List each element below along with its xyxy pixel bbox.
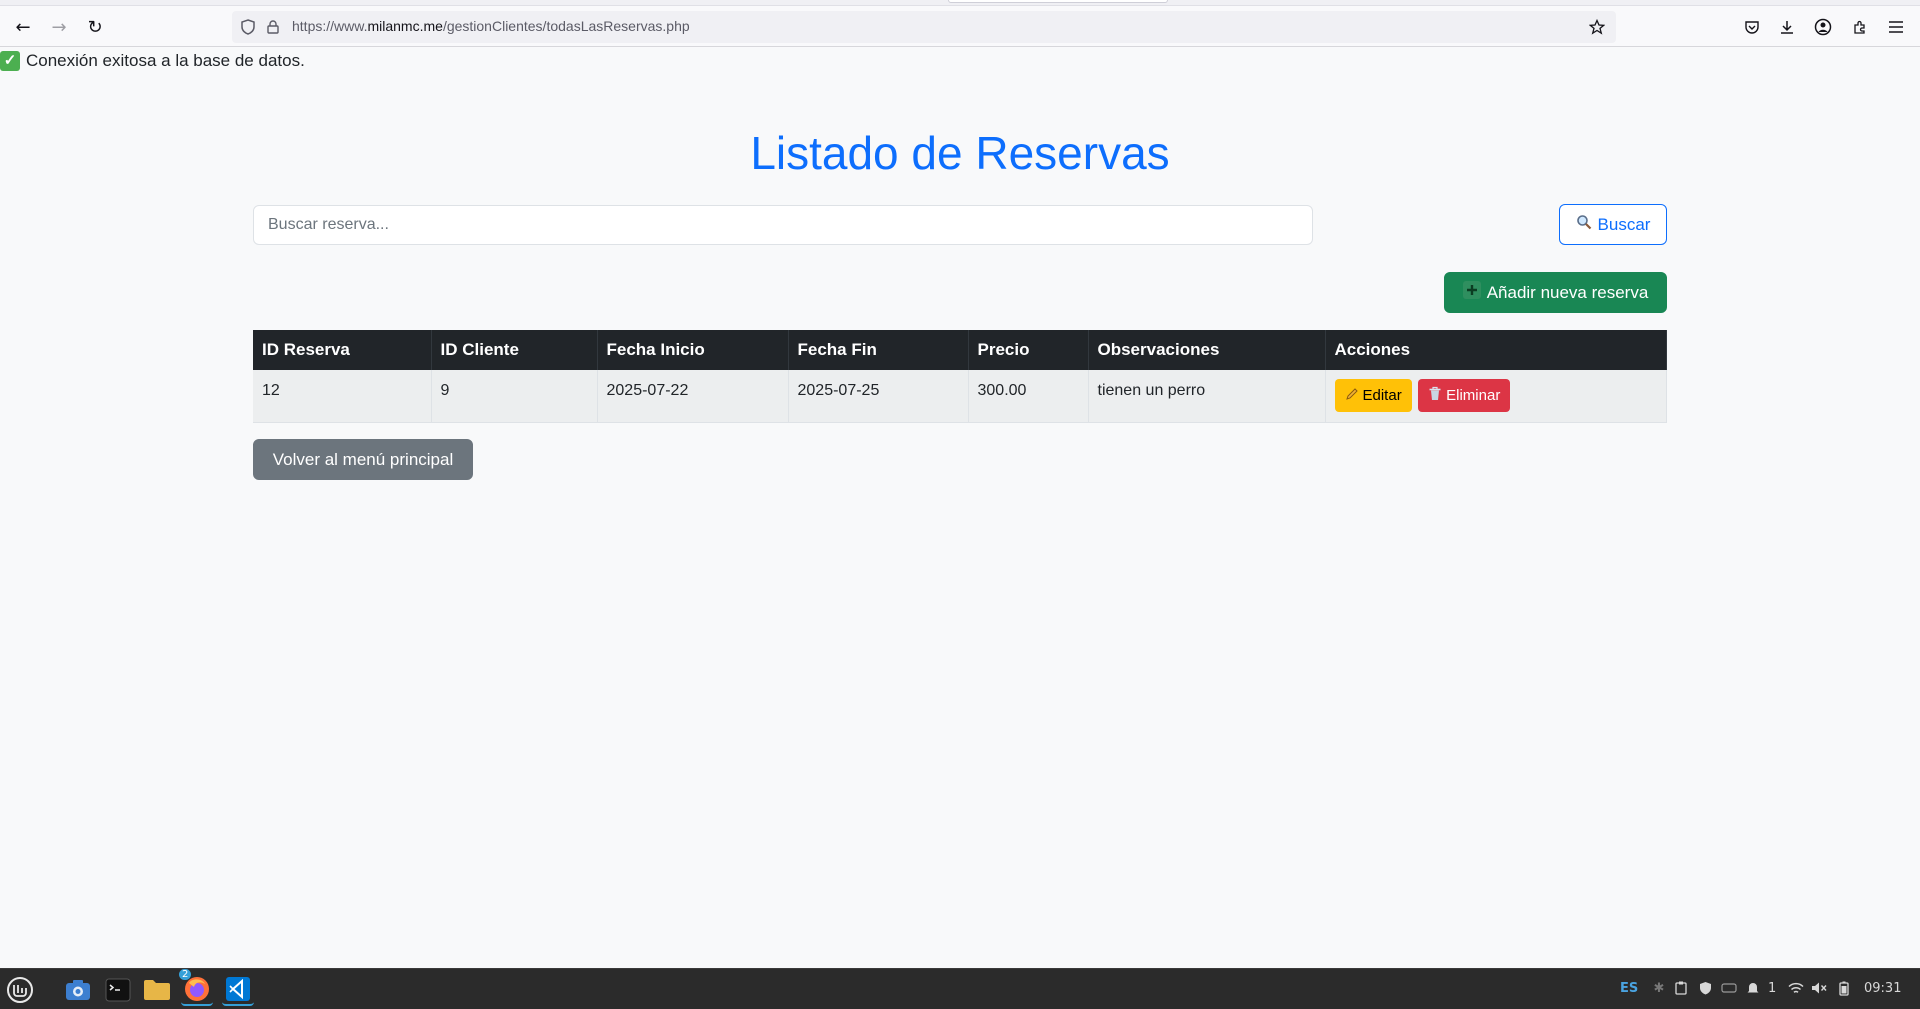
- menu-icon[interactable]: [1881, 12, 1911, 42]
- cell-id-cliente: 9: [431, 370, 598, 423]
- url-bar[interactable]: https://www.milanmc.me/gestionClientes/t…: [232, 11, 1616, 43]
- extensions-icon[interactable]: [1845, 12, 1875, 42]
- shield-update-icon[interactable]: [1697, 980, 1713, 996]
- plus-icon: [1462, 281, 1481, 304]
- reload-icon[interactable]: ↻: [80, 12, 110, 42]
- trash-icon: [1428, 386, 1442, 405]
- cell-fecha-fin: 2025-07-25: [788, 370, 969, 423]
- notifications-icon[interactable]: [1745, 980, 1761, 996]
- column-header: Precio: [968, 330, 1089, 370]
- taskbar: 2 ES ✱ 1 09:31: [0, 968, 1920, 1009]
- wifi-icon[interactable]: [1788, 980, 1804, 996]
- url-text[interactable]: https://www.milanmc.me/gestionClientes/t…: [292, 18, 690, 34]
- notification-count: 1: [1768, 981, 1777, 996]
- forward-icon[interactable]: →: [44, 12, 74, 42]
- files-folder-icon[interactable]: [141, 974, 173, 1006]
- downloads-icon[interactable]: [1772, 12, 1802, 42]
- delete-button-label: Eliminar: [1446, 387, 1501, 404]
- cell-acciones: Editar Eliminar: [1325, 370, 1667, 423]
- delete-button[interactable]: Eliminar: [1418, 379, 1511, 412]
- cell-id-reserva: 12: [253, 370, 432, 423]
- account-icon[interactable]: [1808, 12, 1838, 42]
- terminal-icon[interactable]: [102, 974, 134, 1006]
- table-row: 12 9 2025-07-22 2025-07-25 300.00 tienen…: [253, 370, 1667, 423]
- mint-menu-icon[interactable]: [4, 974, 36, 1006]
- cell-observaciones: tienen un perro: [1088, 370, 1326, 423]
- pocket-icon[interactable]: [1737, 12, 1767, 42]
- battery-icon[interactable]: [1836, 980, 1852, 996]
- add-button-label: Añadir nueva reserva: [1486, 282, 1649, 302]
- bookmark-star-icon[interactable]: [1588, 18, 1606, 36]
- lock-icon[interactable]: [264, 18, 282, 36]
- keyboard-layout[interactable]: ES: [1620, 981, 1638, 996]
- back-to-menu-button[interactable]: Volver al menú principal: [253, 439, 473, 480]
- edit-button[interactable]: Editar: [1334, 379, 1412, 412]
- table-header-row: ID Reserva ID Cliente Fecha Inicio Fecha…: [253, 330, 1667, 370]
- network-card-icon[interactable]: [1721, 980, 1737, 996]
- checkmark-icon: ✓: [0, 51, 20, 71]
- screenshot-app-icon[interactable]: [62, 974, 94, 1006]
- clipboard-icon[interactable]: [1673, 980, 1689, 996]
- vscode-icon[interactable]: [222, 974, 254, 1006]
- url-prefix: https://www.: [292, 18, 368, 34]
- firefox-icon[interactable]: 2: [179, 969, 213, 1006]
- column-header: ID Cliente: [431, 330, 598, 370]
- column-header: Acciones: [1325, 330, 1667, 370]
- column-header: ID Reserva: [253, 330, 432, 370]
- page-title: Listado de Reservas: [750, 127, 1170, 179]
- url-host: milanmc.me: [367, 18, 443, 34]
- db-message-text: Conexión exitosa a la base de datos.: [26, 51, 305, 70]
- cell-fecha-inicio: 2025-07-22: [597, 370, 789, 423]
- search-button[interactable]: Buscar: [1559, 204, 1667, 245]
- reservations-table: ID Reserva ID Cliente Fecha Inicio Fecha…: [253, 330, 1667, 423]
- clock[interactable]: 09:31: [1864, 981, 1901, 996]
- edit-button-label: Editar: [1362, 387, 1402, 404]
- back-icon[interactable]: ←: [8, 12, 38, 42]
- pencil-icon: [1345, 387, 1359, 405]
- page-content: ✓ Conexión exitosa a la base de datos. L…: [0, 48, 1920, 968]
- search-button-label: Buscar: [1597, 214, 1651, 234]
- url-path: /gestionClientes/todasLasReservas.php: [442, 18, 690, 34]
- db-connection-message: ✓ Conexión exitosa a la base de datos.: [0, 51, 305, 71]
- search-input[interactable]: [253, 205, 1313, 245]
- column-header: Observaciones: [1088, 330, 1326, 370]
- column-header: Fecha Fin: [788, 330, 969, 370]
- back-button-label: Volver al menú principal: [272, 449, 454, 469]
- shield-icon[interactable]: [239, 18, 257, 36]
- bluetooth-icon[interactable]: ✱: [1651, 980, 1667, 996]
- column-header: Fecha Inicio: [597, 330, 789, 370]
- add-reservation-button[interactable]: Añadir nueva reserva: [1444, 272, 1667, 313]
- browser-toolbar: ← → ↻ https://www.milanmc.me/gestionClie…: [0, 6, 1920, 47]
- active-tab-hint[interactable]: [948, 0, 1168, 3]
- cell-precio: 300.00: [968, 370, 1089, 423]
- magnifier-icon: [1576, 214, 1592, 235]
- volume-muted-icon[interactable]: [1811, 980, 1827, 996]
